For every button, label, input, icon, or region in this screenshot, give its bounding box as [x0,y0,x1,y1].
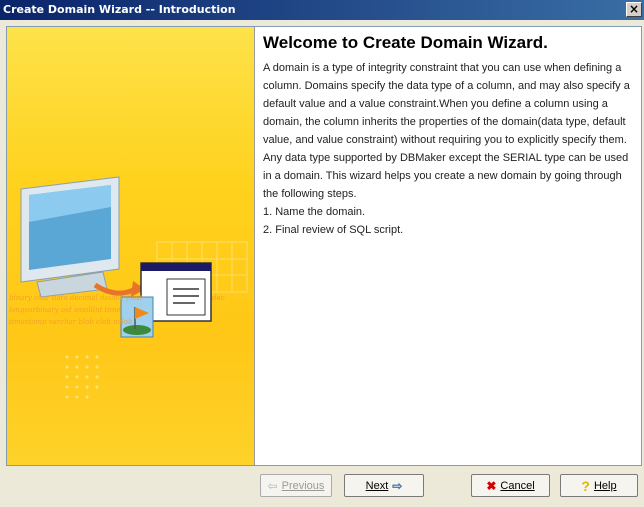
help-label: Help [593,479,617,492]
flag-icon [120,296,154,338]
next-label: Next [365,479,389,492]
arrow-icon [93,282,137,296]
close-button[interactable]: × [626,2,642,17]
close-icon: × [628,2,640,16]
arrow-right-icon: ⇨ [392,478,403,493]
cancel-button[interactable]: ✖ Cancel [471,474,550,497]
svg-text:longvarbinary oid smallint tim: longvarbinary oid smallint time [9,306,121,314]
svg-text:binary char data decimal doubl: binary char data decimal double float [9,294,142,302]
illustration-panel: binary char data decimal double float lo… [7,27,255,465]
wizard-frame: binary char data decimal double float lo… [6,26,642,466]
intro-paragraph-1: A domain is a type of integrity constrai… [263,62,630,146]
title-bar: Create Domain Wizard -- Introduction × [0,0,644,20]
intro-text: A domain is a type of integrity constrai… [263,59,638,239]
svg-text:dec: dec [212,294,225,302]
window-title: Create Domain Wizard -- Introduction [3,3,236,16]
dot-pattern [65,355,99,399]
svg-text:timestamp varchar blob clob nc: timestamp varchar blob clob nclob [9,318,133,326]
monitor-icon [20,176,120,298]
cancel-label: Cancel [500,479,535,492]
previous-label: Previous [281,479,325,492]
content-area: Welcome to Create Domain Wizard. A domai… [263,33,638,239]
help-button[interactable]: ? Help [560,474,638,497]
page-heading: Welcome to Create Domain Wizard. [263,33,548,52]
cancel-icon: ✖ [486,478,497,493]
previous-button[interactable]: ⇦ Previous [260,474,332,497]
intro-paragraph-2: Any data type supported by DBMaker excep… [263,152,629,200]
step-1: 1. Name the domain. [263,206,366,218]
next-button[interactable]: Next ⇨ [344,474,424,497]
arrow-left-icon: ⇦ [267,478,278,493]
illustration-svg: binary char data decimal double float lo… [9,176,248,399]
help-icon: ? [581,477,590,494]
step-2: 2. Final review of SQL script. [263,224,404,236]
